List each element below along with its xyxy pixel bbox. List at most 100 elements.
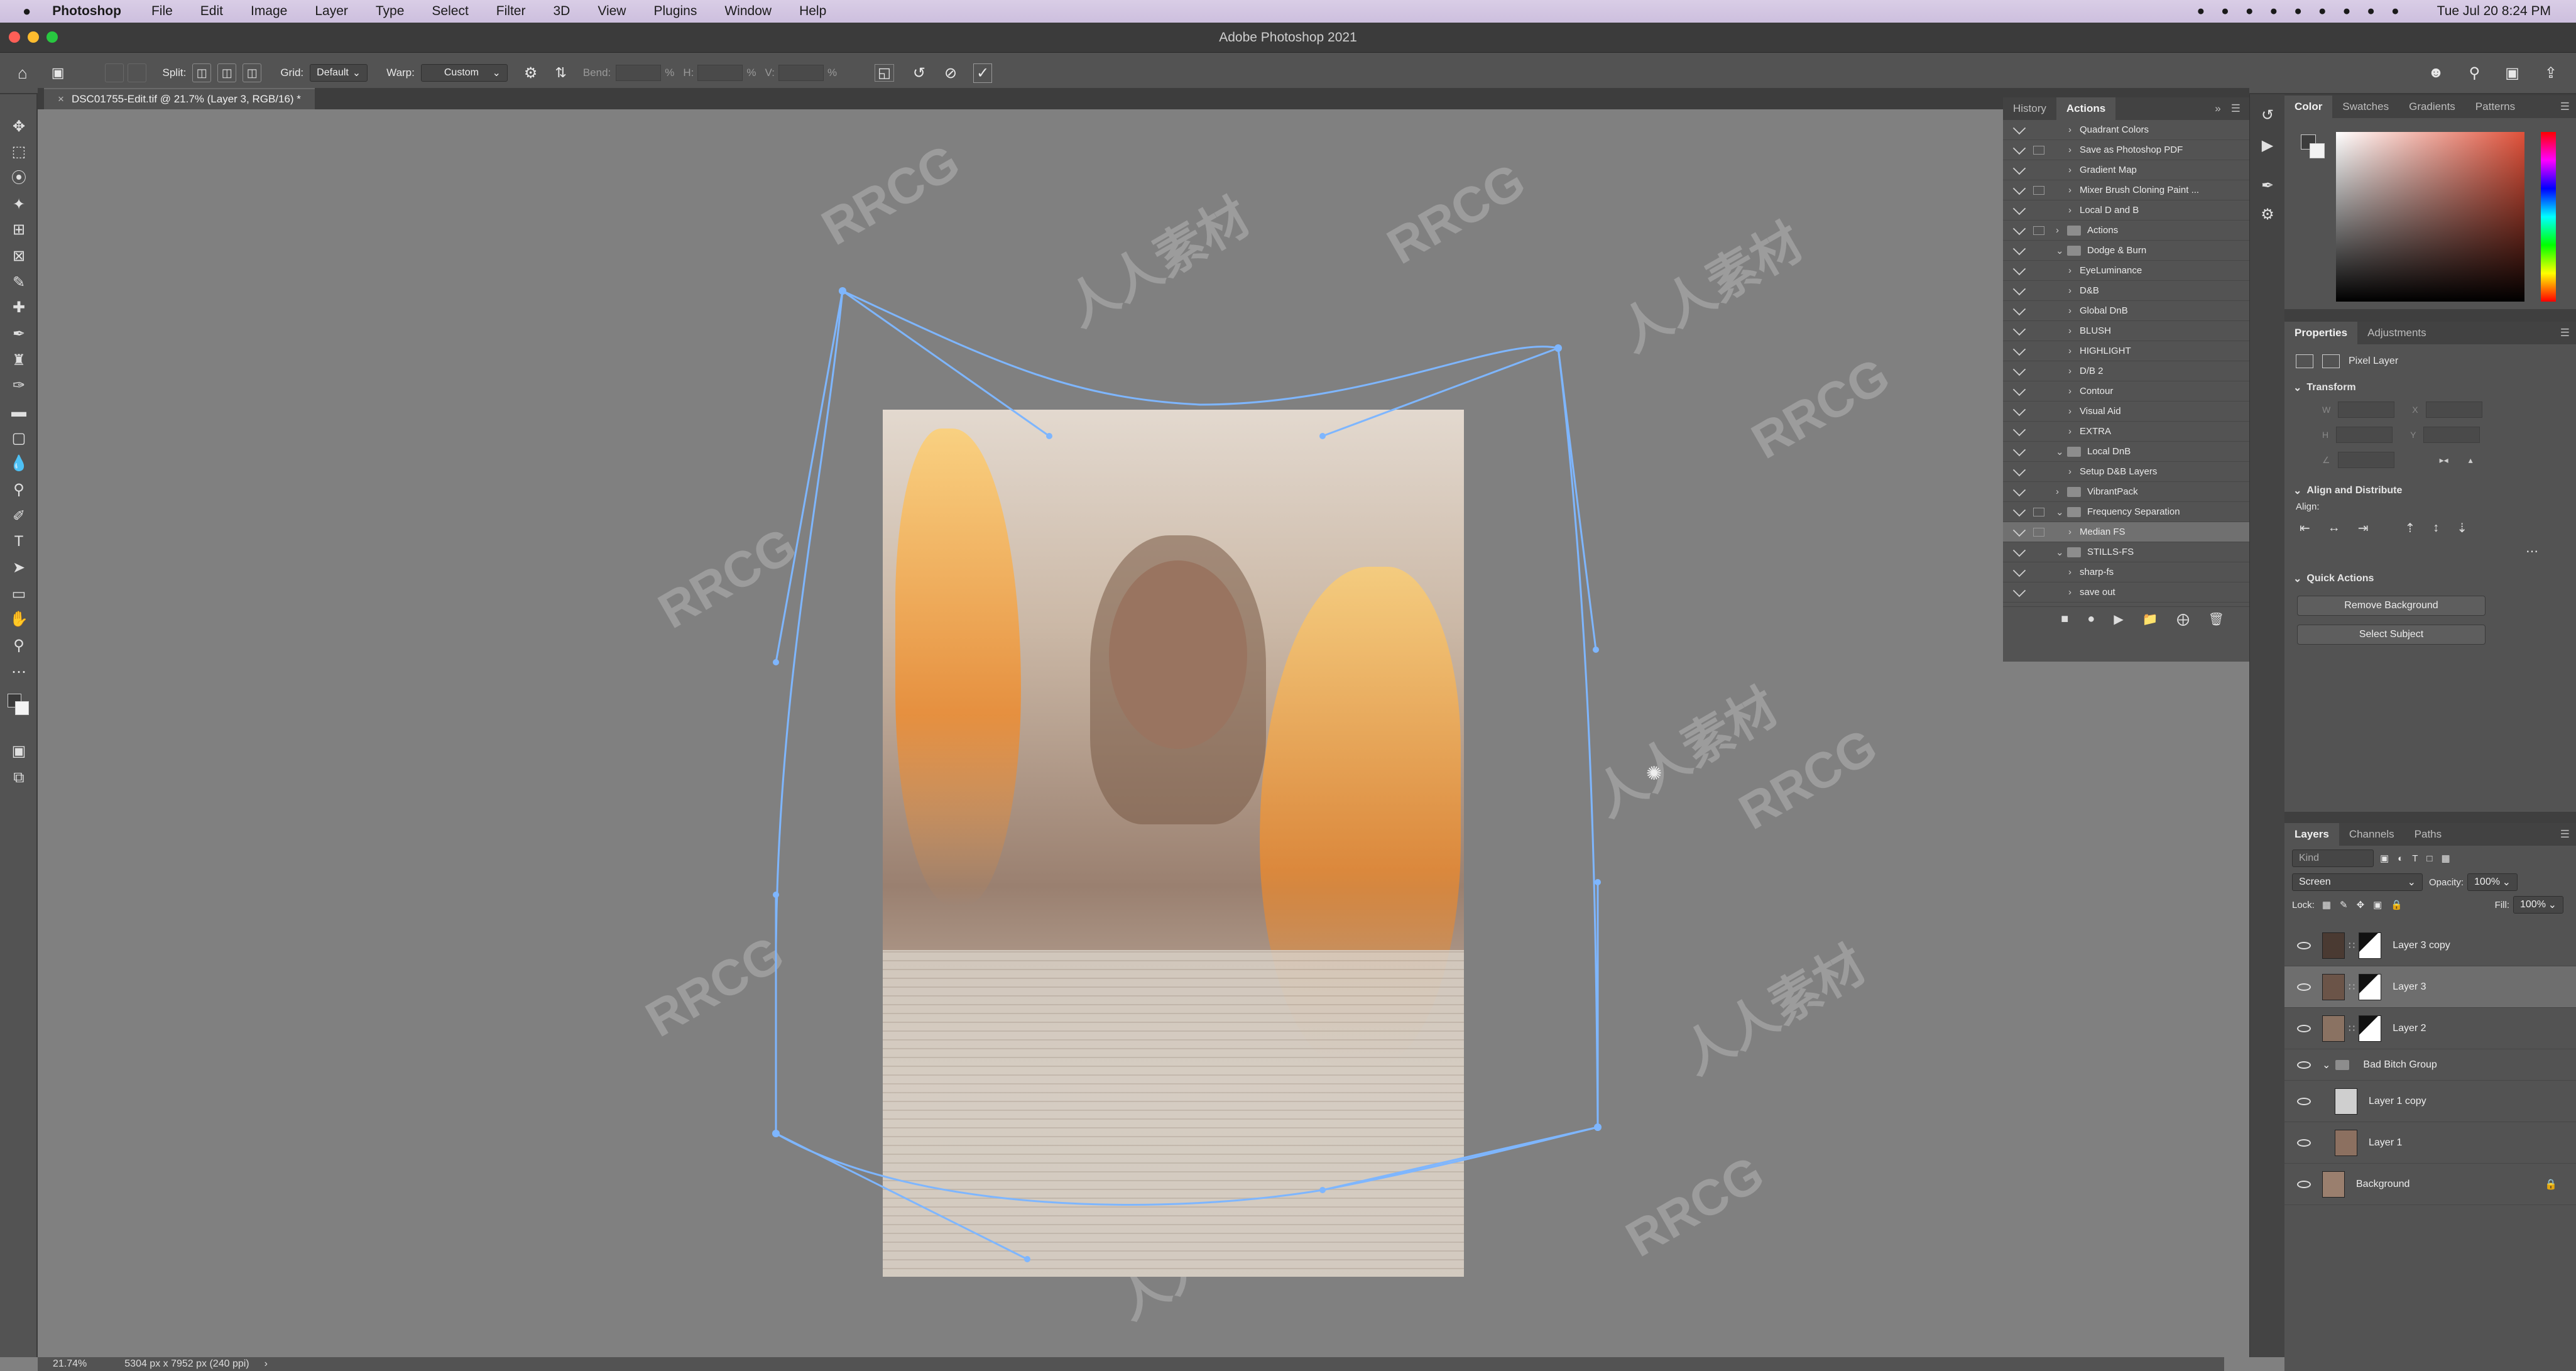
crop-tool-icon[interactable]: ⊞ — [9, 220, 29, 240]
tab-layers[interactable]: Layers — [2284, 823, 2339, 846]
split-vertical-button[interactable]: ◫ — [217, 63, 237, 82]
split-horizontal-button[interactable]: ◫ — [243, 63, 262, 82]
layer-row[interactable]: Background 🔒 — [2284, 1164, 2576, 1205]
color-swatch-icon[interactable] — [6, 691, 31, 715]
cancel-icon[interactable]: ⊘ — [944, 64, 957, 82]
more-icon[interactable]: ⋯ — [2284, 543, 2576, 559]
layer-thumbnail[interactable] — [2335, 1088, 2357, 1115]
checkmark-icon[interactable] — [2012, 463, 2026, 476]
chevron-right-icon[interactable]: › — [2068, 466, 2080, 477]
menu-edit[interactable]: Edit — [200, 4, 223, 19]
checkmark-icon[interactable] — [2012, 141, 2026, 155]
action-row[interactable]: › Setup D&B Layers — [2003, 462, 2249, 482]
chevron-right-icon[interactable]: › — [2068, 305, 2080, 316]
move-tool-icon[interactable]: ✥ — [9, 117, 29, 137]
brush-settings-icon[interactable]: ✒ — [2257, 176, 2278, 196]
dodge-tool-icon[interactable]: ⚲ — [9, 480, 29, 500]
chevron-right-icon[interactable]: › — [2068, 567, 2080, 577]
path-select-icon[interactable]: ➤ — [9, 558, 29, 578]
action-row[interactable]: › Actions — [2003, 221, 2249, 241]
eye-icon[interactable] — [2297, 1061, 2311, 1069]
hand-tool-icon[interactable]: ✋ — [9, 609, 29, 630]
status-arrow-icon[interactable]: › — [265, 1358, 268, 1370]
align-bottom-icon[interactable]: ⇣ — [2457, 520, 2467, 536]
commit-check-icon[interactable]: ✓ — [973, 63, 993, 83]
menu-help[interactable]: Help — [799, 4, 826, 19]
checkmark-icon[interactable] — [2012, 523, 2026, 537]
chevron-right-icon[interactable]: › — [2068, 386, 2080, 396]
chevron-down-icon[interactable]: ⌄ — [2056, 446, 2067, 457]
align-middle-icon[interactable]: ↕ — [2433, 521, 2439, 535]
zoom-window-button[interactable] — [46, 31, 58, 43]
close-icon[interactable]: × — [58, 93, 64, 106]
lasso-tool-icon[interactable]: ⦿ — [9, 168, 29, 188]
actions-play-icon[interactable]: ▶ — [2257, 136, 2278, 156]
eraser-tool-icon[interactable]: ▬ — [9, 402, 29, 422]
flip-horizontal-icon[interactable]: ▸◂ — [2440, 447, 2448, 472]
action-row[interactable]: › sharp-fs — [2003, 562, 2249, 582]
h-distort-input[interactable] — [697, 65, 743, 81]
checkmark-icon[interactable] — [2012, 584, 2026, 597]
action-row[interactable]: ⌄ Dodge & Burn — [2003, 241, 2249, 261]
layer-name[interactable]: Bad Bitch Group — [2363, 1059, 2437, 1071]
panel-collapse-icon[interactable]: » — [2215, 102, 2220, 115]
record-icon[interactable]: ● — [2087, 612, 2095, 626]
menu-select[interactable]: Select — [432, 4, 468, 19]
checkmark-icon[interactable] — [2012, 121, 2026, 134]
share-icon[interactable]: ⇪ — [2545, 64, 2557, 82]
select-subject-button[interactable]: Select Subject — [2297, 625, 2486, 645]
tab-actions[interactable]: Actions — [2056, 97, 2116, 120]
action-row[interactable]: › Median FS — [2003, 522, 2249, 542]
object-select-tool-icon[interactable]: ✦ — [9, 195, 29, 215]
warp-orientation-icon[interactable]: ⇅ — [555, 65, 566, 81]
filter-icons[interactable]: ▣◐T□▦ — [2380, 853, 2459, 864]
chevron-right-icon[interactable]: › — [2068, 285, 2080, 296]
workspace-icon[interactable]: ▣ — [2505, 64, 2519, 82]
action-row[interactable]: › Quadrant Colors — [2003, 120, 2249, 140]
action-row[interactable]: › VibrantPack — [2003, 482, 2249, 502]
tab-adjustments[interactable]: Adjustments — [2357, 322, 2437, 344]
apple-icon[interactable]: ● — [23, 3, 31, 19]
tab-patterns[interactable]: Patterns — [2465, 96, 2525, 118]
action-row[interactable]: › Save as Photoshop PDF — [2003, 140, 2249, 160]
action-row[interactable]: › EyeLuminance — [2003, 261, 2249, 281]
checkmark-icon[interactable] — [2012, 342, 2026, 356]
transform-w-input[interactable] — [2338, 401, 2395, 418]
chevron-right-icon[interactable]: › — [2068, 366, 2080, 376]
rectangle-tool-icon[interactable]: ▭ — [9, 584, 29, 604]
home-icon[interactable]: ⌂ — [18, 63, 28, 83]
checkmark-icon[interactable] — [2012, 564, 2026, 577]
tab-color[interactable]: Color — [2284, 96, 2333, 118]
action-row[interactable]: ⌄ Frequency Separation — [2003, 502, 2249, 522]
chevron-down-icon[interactable]: ⌄ — [2293, 381, 2301, 394]
menu-datetime[interactable]: Tue Jul 20 8:24 PM — [2437, 4, 2551, 19]
hue-slider[interactable] — [2541, 132, 2556, 302]
checkmark-icon[interactable] — [2012, 483, 2026, 496]
link-icon[interactable]: ∷ — [2349, 981, 2355, 993]
transform-h-input[interactable] — [2336, 427, 2393, 443]
adjust-sliders-icon[interactable]: ⚙ — [2257, 205, 2278, 225]
checkmark-icon[interactable] — [2012, 383, 2026, 396]
close-window-button[interactable] — [9, 31, 20, 43]
link-icon[interactable]: ∷ — [2349, 939, 2355, 952]
new-set-icon[interactable]: 📁 — [2142, 611, 2158, 627]
gradient-tool-icon[interactable]: ▢ — [9, 429, 29, 449]
menu-window[interactable]: Window — [724, 4, 772, 19]
checkmark-icon[interactable] — [2012, 322, 2026, 336]
menu-view[interactable]: View — [598, 4, 626, 19]
tab-properties[interactable]: Properties — [2284, 322, 2358, 344]
eye-icon[interactable] — [2297, 941, 2311, 949]
checkmark-icon[interactable] — [2012, 222, 2026, 235]
brush-tool-icon[interactable]: ✒ — [9, 324, 29, 344]
chevron-down-icon[interactable]: ⌄ — [2056, 506, 2067, 518]
chevron-right-icon[interactable]: › — [2068, 205, 2080, 216]
chevron-right-icon[interactable]: › — [2068, 587, 2080, 598]
checkmark-icon[interactable] — [2012, 403, 2026, 416]
chevron-down-icon[interactable]: ⌄ — [2322, 1059, 2330, 1071]
eye-icon[interactable] — [2297, 1180, 2311, 1188]
transform-x-input[interactable] — [2425, 401, 2482, 418]
layer-row[interactable]: ∷ Layer 3 — [2284, 966, 2576, 1008]
checkmark-icon[interactable] — [2012, 543, 2026, 557]
opacity-input[interactable]: 100% ⌄ — [2467, 873, 2518, 891]
status-doc-info[interactable]: 5304 px x 7952 px (240 ppi) — [124, 1358, 249, 1370]
